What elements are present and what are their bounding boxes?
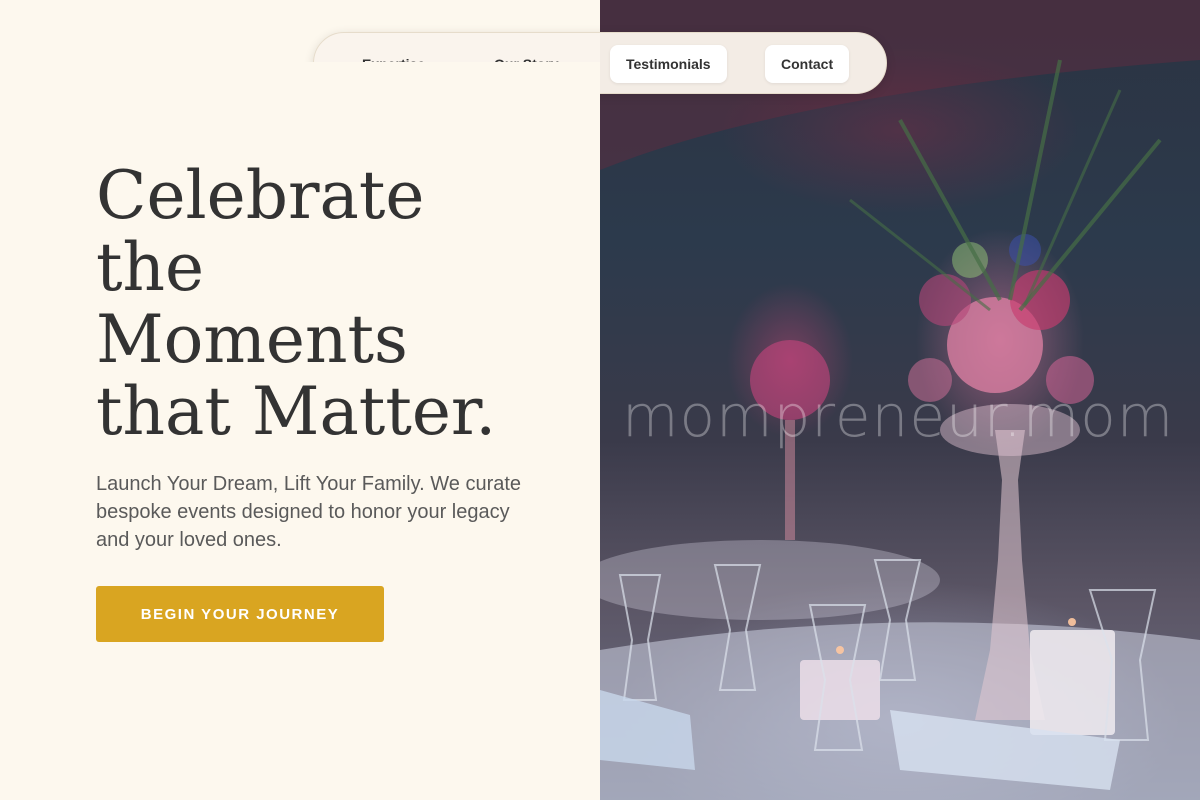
hero-photo: mompreneur.mom: [600, 0, 1200, 800]
watermark-text: mompreneur.mom: [622, 382, 1175, 450]
hero-subtext: Launch Your Dream, Lift Your Family. We …: [96, 473, 522, 551]
headline-line-2: the: [96, 229, 205, 306]
nav-item-testimonials[interactable]: Testimonials: [610, 45, 727, 83]
begin-journey-button[interactable]: BEGIN YOUR JOURNEY: [96, 586, 384, 642]
headline-line-1: Celebrate: [96, 157, 425, 234]
hero-headline: Celebrate the Moments that Matter.: [96, 160, 576, 448]
nav-item-contact[interactable]: Contact: [765, 45, 850, 83]
headline-line-3: Moments: [96, 301, 408, 378]
headline-line-4: that Matter.: [96, 373, 497, 450]
